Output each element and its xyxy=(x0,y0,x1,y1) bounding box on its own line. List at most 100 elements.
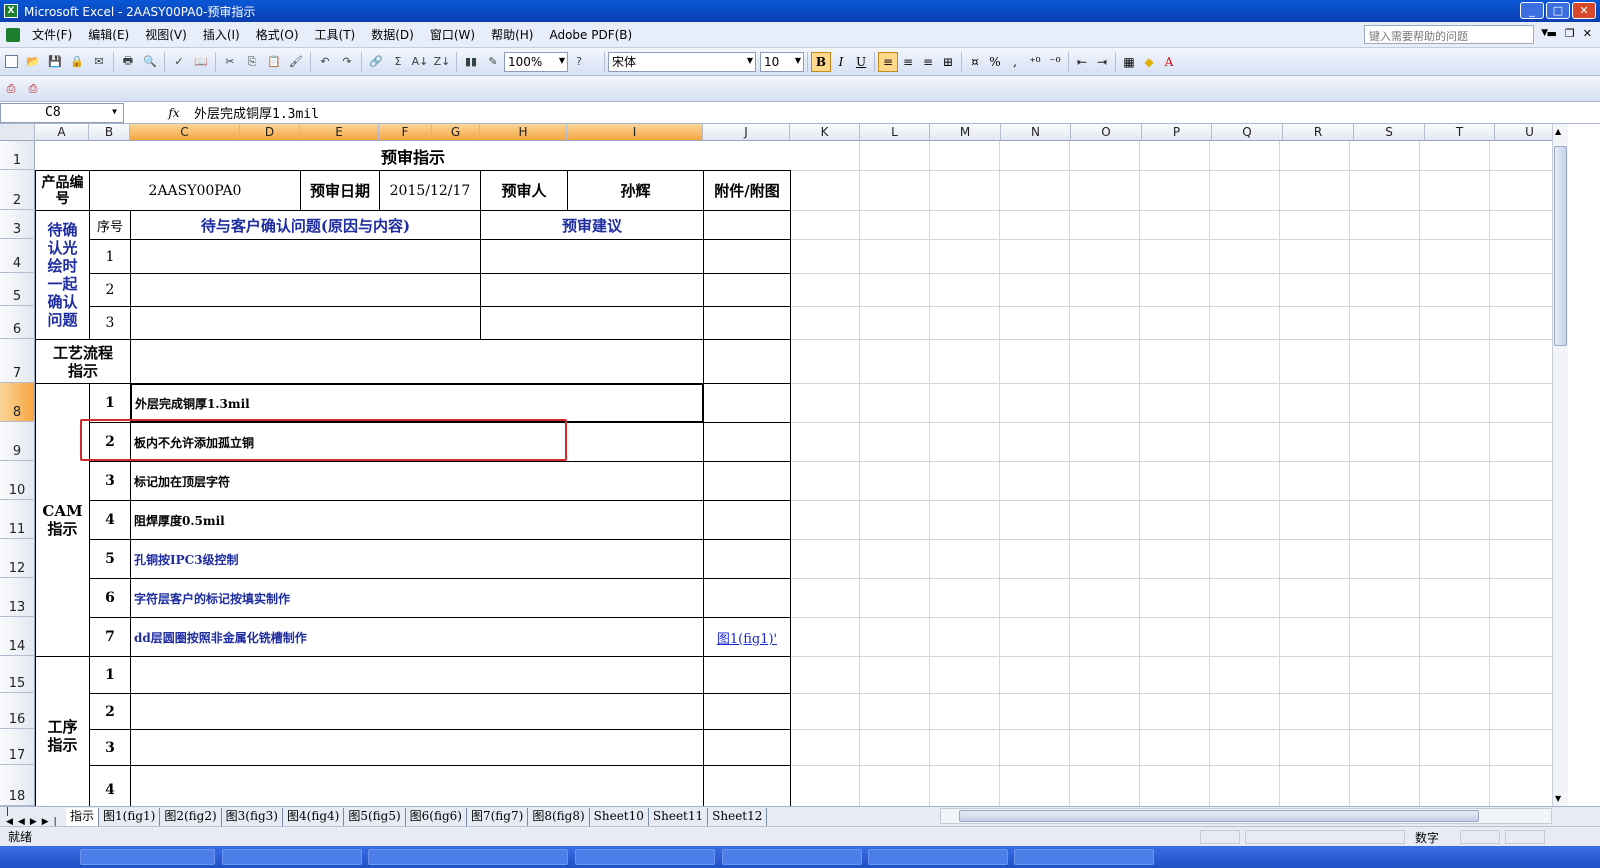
confirm-attach-1[interactable] xyxy=(703,239,791,274)
col-header-o[interactable]: O xyxy=(1071,124,1142,141)
confirm-attach-2[interactable] xyxy=(703,273,791,307)
undo-icon[interactable]: ↶ xyxy=(316,53,334,71)
redo-icon[interactable]: ↷ xyxy=(338,53,356,71)
help-icon[interactable]: ? xyxy=(570,53,588,71)
scroll-down-icon[interactable]: ▼ xyxy=(1555,794,1561,803)
col-header-q[interactable]: Q xyxy=(1212,124,1283,141)
vertical-scrollbar[interactable]: ▲ ▼ xyxy=(1552,124,1568,806)
seq-label[interactable]: 序号 xyxy=(89,210,131,240)
confirm-seq-2[interactable]: 2 xyxy=(89,273,131,307)
process-attach-4[interactable] xyxy=(703,765,791,806)
reviewer-value[interactable]: 孙辉 xyxy=(567,170,704,211)
font-color-icon[interactable]: A xyxy=(1159,52,1179,72)
col-header-a[interactable]: A xyxy=(35,124,89,141)
menu-data[interactable]: 数据(D) xyxy=(363,26,422,43)
product-label[interactable]: 产品编号 xyxy=(35,170,90,211)
cam-attach-4[interactable] xyxy=(703,500,791,540)
col-header-t[interactable]: T xyxy=(1425,124,1495,141)
save-icon[interactable]: 💾 xyxy=(46,53,64,71)
process-seq-2[interactable]: 2 xyxy=(89,693,131,730)
pdf-email-icon[interactable]: ⎙ xyxy=(24,80,42,98)
col-header-d[interactable]: D xyxy=(240,124,300,141)
scroll-up-icon[interactable]: ▲ xyxy=(1555,127,1561,136)
font-size-dropdown-icon[interactable]: ▼ xyxy=(795,56,801,65)
cam-attach-2[interactable] xyxy=(703,422,791,462)
col-header-g[interactable]: G xyxy=(432,124,480,141)
row-header-9[interactable]: 9 xyxy=(0,422,35,461)
menu-help[interactable]: 帮助(H) xyxy=(483,26,541,43)
date-value[interactable]: 2015/12/17 xyxy=(379,170,481,211)
menu-insert[interactable]: 插入(I) xyxy=(195,26,248,43)
chart-wizard-icon[interactable]: ▮▮ xyxy=(462,53,480,71)
product-value[interactable]: 2AASY00PA0 xyxy=(89,170,301,211)
process-step-label[interactable]: 工序指示 xyxy=(35,656,90,806)
spelling-icon[interactable]: ✓ xyxy=(170,53,188,71)
workbook-icon[interactable] xyxy=(6,27,20,42)
row-header-7[interactable]: 7 xyxy=(0,339,35,383)
autosum-icon[interactable]: Σ xyxy=(389,53,407,71)
process-seq-1[interactable]: 1 xyxy=(89,656,131,694)
sheet-tab-8[interactable]: 图8(fig8) xyxy=(528,807,590,826)
taskbar-item-3[interactable] xyxy=(368,849,568,865)
vertical-scroll-thumb[interactable] xyxy=(1554,146,1567,346)
minimize-button[interactable]: _ xyxy=(1520,2,1544,19)
align-right-icon[interactable]: ≡ xyxy=(918,52,938,72)
row-header-11[interactable]: 11 xyxy=(0,500,35,539)
open-icon[interactable]: 📂 xyxy=(24,53,42,71)
process-seq-3[interactable]: 3 xyxy=(89,729,131,766)
confirm-suggest-1[interactable] xyxy=(480,239,704,274)
cut-icon[interactable]: ✂ xyxy=(221,53,239,71)
menu-format[interactable]: 格式(O) xyxy=(248,26,307,43)
cam-attach-6[interactable] xyxy=(703,578,791,618)
workbook-restore-button[interactable]: ❐ xyxy=(1565,27,1575,40)
cam-attach-5[interactable] xyxy=(703,539,791,579)
select-all-corner[interactable] xyxy=(0,124,35,141)
process-attach-1[interactable] xyxy=(703,656,791,694)
tab-navigation-icons[interactable]: |◀◀▶▶| xyxy=(0,807,66,827)
menu-adobe-pdf[interactable]: Adobe PDF(B) xyxy=(541,28,640,42)
cam-seq-1[interactable]: 1 xyxy=(89,383,131,423)
format-painter-icon[interactable]: 🖌 xyxy=(287,53,305,71)
sheet-tab-3[interactable]: 图3(fig3) xyxy=(222,807,283,826)
process-item-3[interactable] xyxy=(130,729,704,766)
maximize-button[interactable]: □ xyxy=(1546,2,1570,19)
row-header-1[interactable]: 1 xyxy=(0,141,35,170)
research-icon[interactable]: 📖 xyxy=(192,53,210,71)
confirm-attach-3[interactable] xyxy=(703,306,791,340)
excel-app-icon[interactable]: X xyxy=(4,4,18,18)
comma-button[interactable]: , xyxy=(1005,52,1025,72)
row-header-13[interactable]: 13 xyxy=(0,578,35,617)
reviewer-label[interactable]: 预审人 xyxy=(480,170,568,211)
permission-icon[interactable]: 🔒 xyxy=(68,53,86,71)
row-header-2[interactable]: 2 xyxy=(0,170,35,210)
email-icon[interactable]: ✉ xyxy=(90,53,108,71)
formula-input[interactable]: 外层完成铜厚1.3mil xyxy=(194,103,319,122)
sheet-tab-1[interactable]: 图1(fig1) xyxy=(99,807,161,826)
menu-view[interactable]: 视图(V) xyxy=(137,26,195,43)
row-header-10[interactable]: 10 xyxy=(0,461,35,500)
process-item-1[interactable] xyxy=(130,656,704,694)
col-header-e[interactable]: E xyxy=(300,124,379,141)
confirm-label[interactable]: 待确认光绘时一起确认问题 xyxy=(35,210,90,340)
menu-tools[interactable]: 工具(T) xyxy=(307,26,364,43)
taskbar-item-7[interactable] xyxy=(1014,849,1154,865)
cam-seq-5[interactable]: 5 xyxy=(89,539,131,579)
horizontal-scroll-thumb[interactable] xyxy=(959,810,1479,822)
sheet-tab-5[interactable]: 图5(fig5) xyxy=(344,807,406,826)
confirm-suggest-3[interactable] xyxy=(480,306,704,340)
col-header-p[interactable]: P xyxy=(1142,124,1212,141)
workbook-close-button[interactable]: ✕ xyxy=(1583,27,1592,40)
zoom-combo[interactable]: 100% ▼ xyxy=(504,51,568,72)
borders-icon[interactable]: ▦ xyxy=(1119,52,1139,72)
cam-seq-6[interactable]: 6 xyxy=(89,578,131,618)
font-combo[interactable]: 宋体 ▼ xyxy=(608,51,756,72)
print-preview-icon[interactable]: 🔍 xyxy=(141,53,159,71)
cam-seq-4[interactable]: 4 xyxy=(89,500,131,540)
sheet-tab-9[interactable]: Sheet10 xyxy=(590,807,649,826)
sort-asc-icon[interactable]: A↓ xyxy=(411,53,429,71)
process-item-2[interactable] xyxy=(130,693,704,730)
merge-center-icon[interactable]: ⊞ xyxy=(938,52,958,72)
row-header-3[interactable]: 3 xyxy=(0,210,35,239)
zoom-dropdown-icon[interactable]: ▼ xyxy=(559,56,565,65)
workbook-minimize-button[interactable]: ▬ xyxy=(1547,27,1557,40)
